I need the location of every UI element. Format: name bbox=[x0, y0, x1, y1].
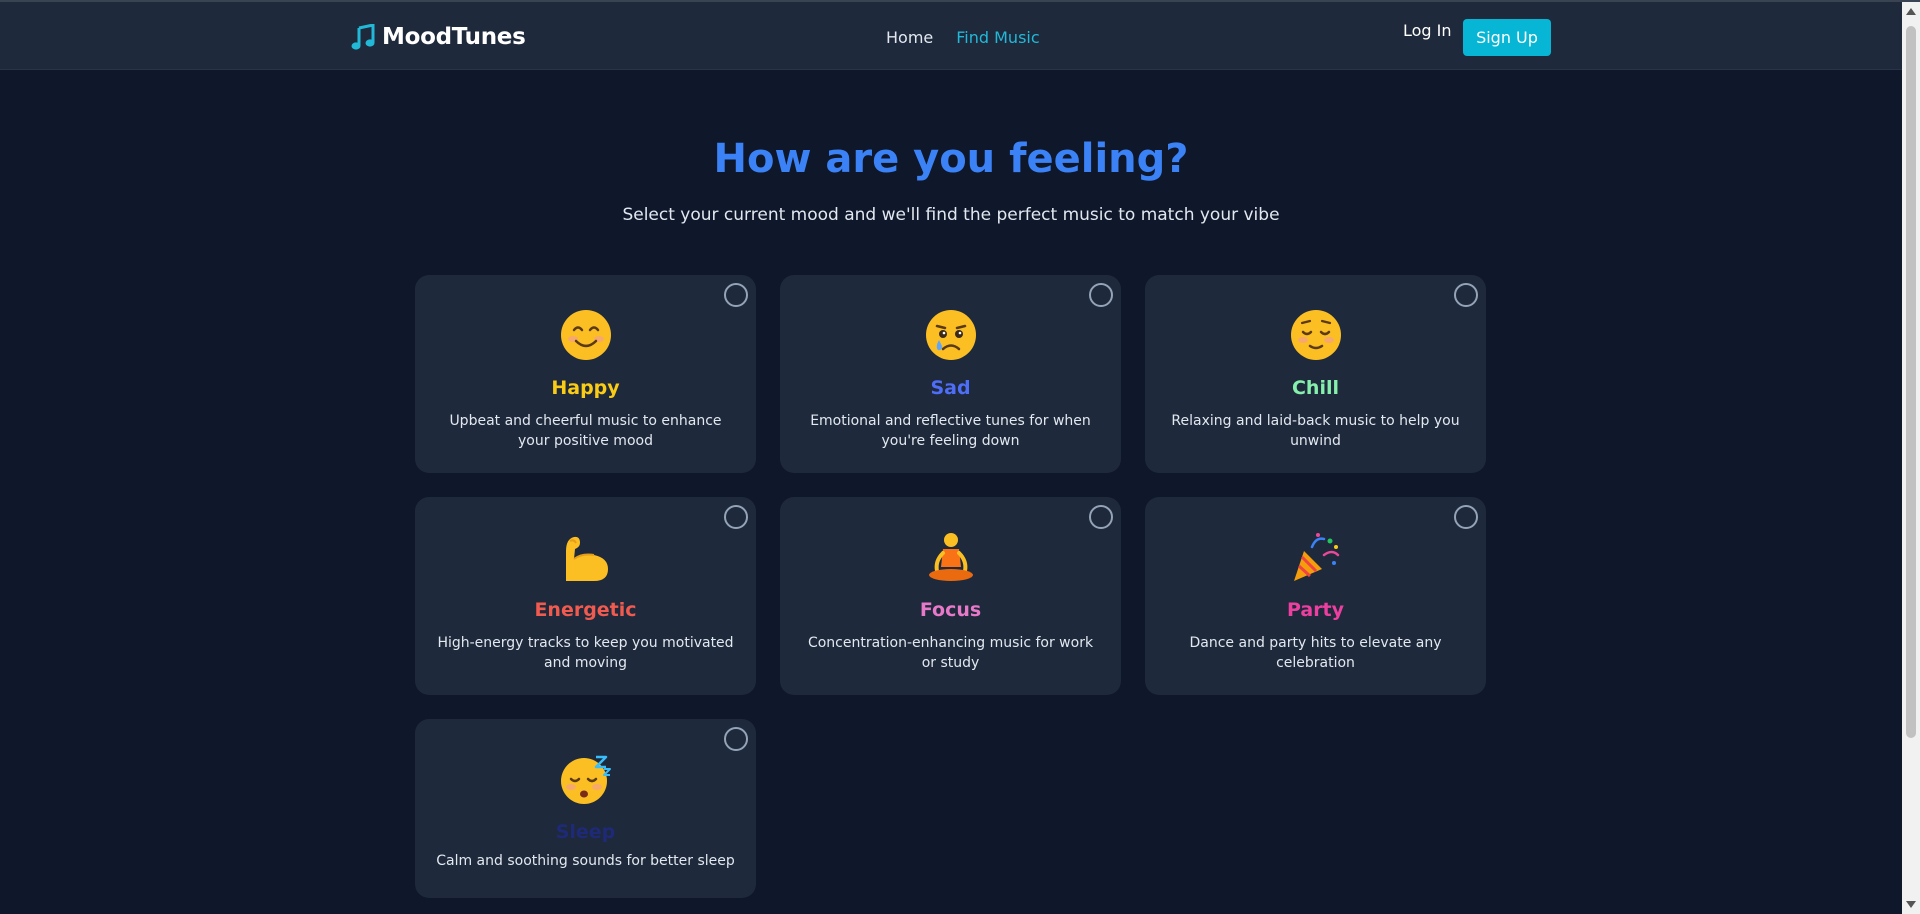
mood-radio[interactable] bbox=[1454, 505, 1478, 529]
mood-description: Emotional and reflective tunes for when … bbox=[810, 413, 1091, 449]
main-nav: Home Find Music bbox=[886, 28, 1063, 47]
mood-title: Happy bbox=[551, 377, 620, 399]
mood-description: High-energy tracks to keep you motivated… bbox=[437, 635, 734, 671]
smiling-face-icon bbox=[560, 310, 611, 360]
mood-description: Calm and soothing sounds for better slee… bbox=[436, 853, 735, 869]
relieved-face-icon bbox=[1290, 310, 1341, 360]
mood-title: Chill bbox=[1291, 377, 1339, 399]
logo[interactable]: MoodTunes bbox=[351, 24, 526, 50]
meditating-person-icon bbox=[928, 533, 973, 581]
app-name: MoodTunes bbox=[382, 24, 526, 50]
scrollbar-thumb[interactable] bbox=[1906, 26, 1916, 738]
mood-title: Party bbox=[1286, 599, 1345, 621]
nav-find-music-link[interactable]: Find Music bbox=[956, 28, 1039, 47]
mood-card-sad[interactable]: Sad Emotional and reflective tunes for w… bbox=[780, 275, 1121, 473]
mood-card-happy[interactable]: Happy Upbeat and cheerful music to enhan… bbox=[415, 275, 756, 473]
mood-radio[interactable] bbox=[1089, 283, 1113, 307]
login-link[interactable]: Log In bbox=[1403, 21, 1452, 40]
mood-title: Sad bbox=[930, 377, 971, 399]
mood-radio[interactable] bbox=[724, 727, 748, 751]
signup-button[interactable]: Sign Up bbox=[1463, 19, 1551, 56]
mood-card-energetic[interactable]: Energetic High-energy tracks to keep you… bbox=[415, 497, 756, 695]
mood-description: Concentration-enhancing music for work o… bbox=[807, 635, 1094, 671]
scroll-down-arrow-icon[interactable] bbox=[1906, 901, 1916, 908]
party-popper-icon bbox=[1293, 533, 1339, 581]
scroll-up-arrow-icon[interactable] bbox=[1906, 8, 1916, 15]
top-navbar: MoodTunes Home Find Music Log In Sign Up bbox=[0, 2, 1902, 70]
mood-radio[interactable] bbox=[1454, 283, 1478, 307]
page-scrollbar[interactable] bbox=[1902, 2, 1920, 914]
mood-radio[interactable] bbox=[724, 505, 748, 529]
sleeping-face-icon bbox=[560, 755, 611, 804]
page-title: How are you feeling? bbox=[713, 136, 1189, 182]
mood-title: Sleep bbox=[555, 821, 616, 843]
mood-card-focus[interactable]: Focus Concentration-enhancing music for … bbox=[780, 497, 1121, 695]
mood-title: Focus bbox=[919, 599, 982, 621]
mood-card-sleep[interactable]: Sleep Calm and soothing sounds for bette… bbox=[415, 719, 756, 898]
mood-description: Dance and party hits to elevate any cele… bbox=[1189, 635, 1442, 671]
mood-description: Upbeat and cheerful music to enhance you… bbox=[449, 413, 722, 449]
nav-home-link[interactable]: Home bbox=[886, 28, 933, 47]
mood-card-chill[interactable]: Chill Relaxing and laid-back music to he… bbox=[1145, 275, 1486, 473]
crying-face-icon bbox=[925, 310, 976, 360]
page-subtitle: Select your current mood and we'll find … bbox=[622, 205, 1280, 225]
mood-description: Relaxing and laid-back music to help you… bbox=[1171, 413, 1460, 449]
flexed-biceps-icon bbox=[565, 536, 608, 581]
mood-title: Energetic bbox=[534, 599, 637, 621]
mood-card-party[interactable]: Party Dance and party hits to elevate an… bbox=[1145, 497, 1486, 695]
mood-radio[interactable] bbox=[1089, 505, 1113, 529]
music-note-icon bbox=[351, 24, 375, 50]
mood-radio[interactable] bbox=[724, 283, 748, 307]
